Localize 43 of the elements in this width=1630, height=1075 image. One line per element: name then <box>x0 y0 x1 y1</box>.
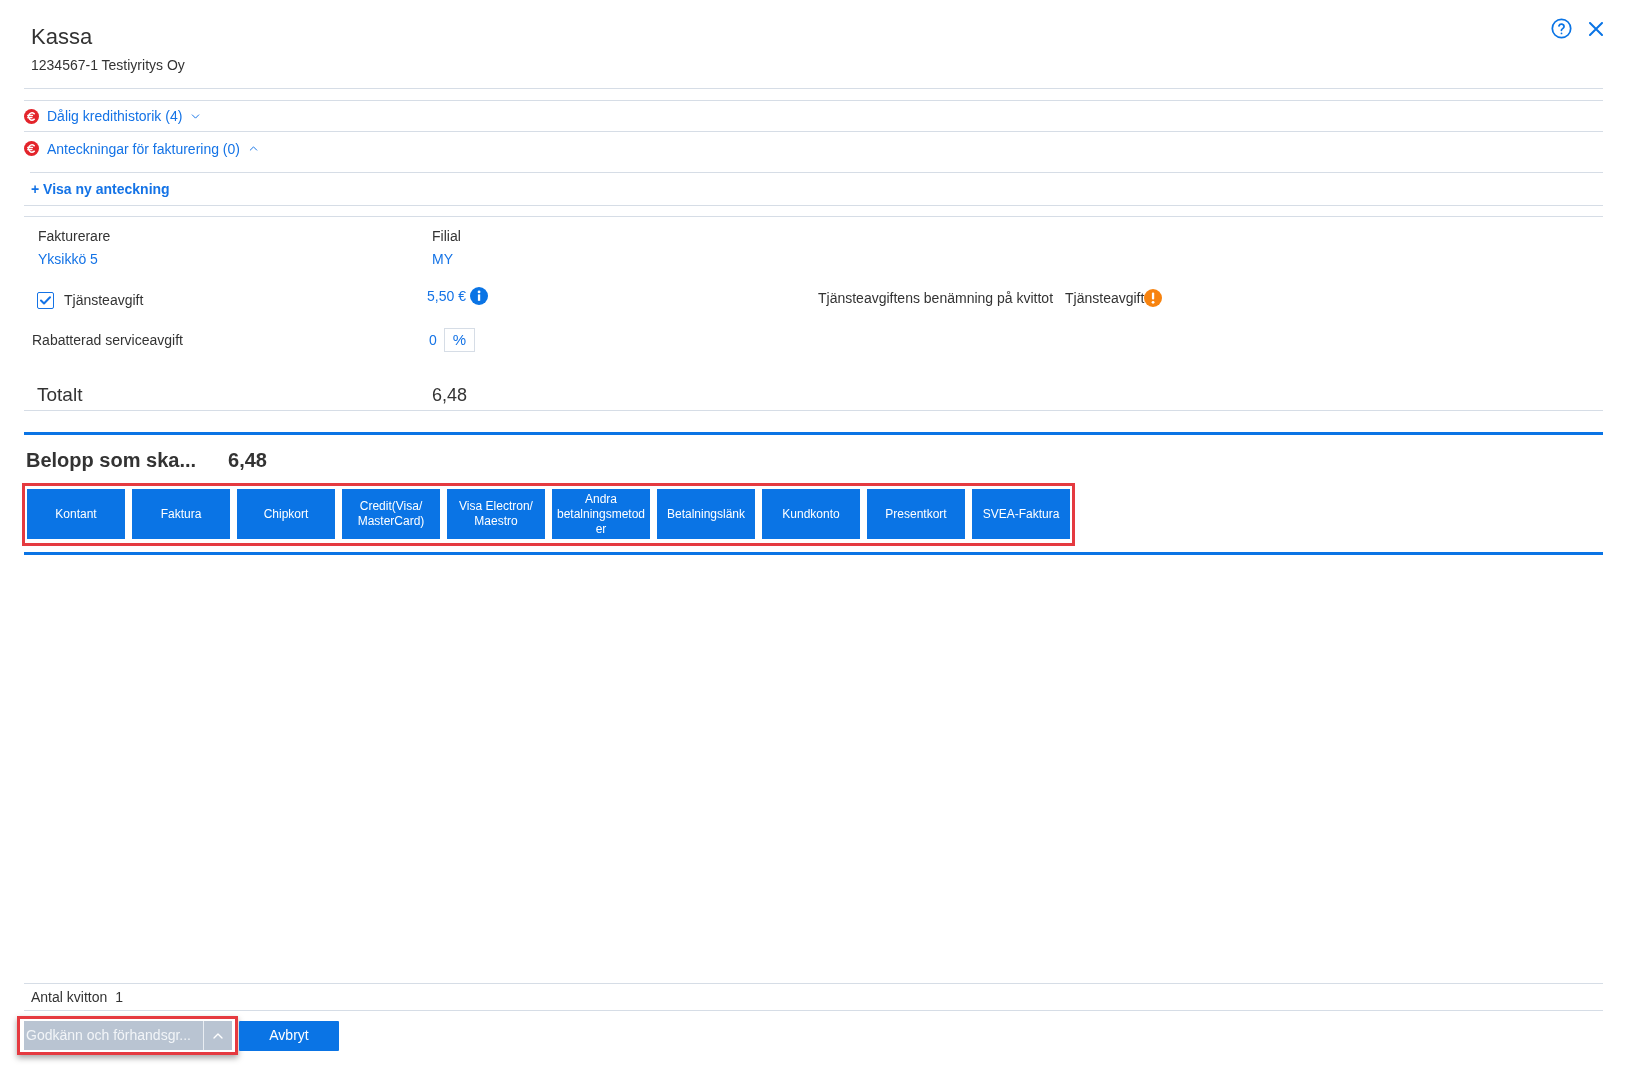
receipts-label: Antal kvitton <box>31 987 108 1007</box>
payment-method-button[interactable]: Presentkort <box>867 489 965 539</box>
payment-method-button[interactable]: Kontant <box>27 489 125 539</box>
window-title: Kassa <box>31 23 93 51</box>
checkbox[interactable] <box>37 291 54 309</box>
percent-toggle[interactable]: % <box>443 328 475 352</box>
new-note-link[interactable]: + Visa ny anteckning <box>31 180 170 198</box>
help-button[interactable] <box>1551 18 1572 39</box>
help-icon <box>1551 18 1572 39</box>
payment-method-button[interactable]: Kundkonto <box>762 489 860 539</box>
total-value: 6,48 <box>432 384 468 406</box>
payment-method-button[interactable]: Faktura <box>132 489 230 539</box>
fee-amount-link[interactable]: 5,50 € <box>427 287 466 305</box>
euro-icon <box>24 141 39 156</box>
receipt-name-label: Tjänsteavgiftens benämning på kvittot <box>818 289 1054 307</box>
total-label: Totalt <box>37 384 83 406</box>
payment-method-button[interactable]: Credit(Visa/MasterCard) <box>342 489 440 539</box>
discount-label: Rabatterad serviceavgift <box>32 331 183 349</box>
warning-icon <box>1144 289 1163 307</box>
discount-value-link[interactable]: 0 <box>429 331 437 349</box>
branch-link[interactable]: MY <box>432 250 453 268</box>
amount-due-label: Belopp som ska... <box>26 448 197 472</box>
euro-icon <box>24 108 39 124</box>
payment-method-button[interactable]: Visa Electron/Maestro <box>447 489 545 539</box>
field-label: Fakturerare <box>38 227 111 245</box>
fee-label: Tjänsteavgift <box>64 291 144 309</box>
payment-method-button[interactable]: Betalningslänk <box>657 489 755 539</box>
payment-method-button[interactable]: SVEA-Faktura <box>972 489 1070 539</box>
payment-method-button[interactable]: Andra betalningsmetoder <box>552 489 650 539</box>
close-icon <box>1589 21 1603 36</box>
field-label: Filial <box>432 227 461 245</box>
info-icon[interactable] <box>469 287 488 305</box>
close-button[interactable] <box>1589 21 1603 36</box>
receipt-name-value: Tjänsteavgift <box>1065 289 1145 307</box>
invoicer-link[interactable]: Yksikkö 5 <box>38 250 98 268</box>
receipts-value: 1 <box>115 987 124 1007</box>
checkmark-icon <box>40 295 51 305</box>
cancel-button[interactable]: Avbryt <box>239 1020 339 1051</box>
amount-due-value: 6,48 <box>228 448 267 472</box>
payment-method-button[interactable]: Chipkort <box>237 489 335 539</box>
section-toggle[interactable]: Anteckningar för fakturering (0) <box>47 139 260 158</box>
section-toggle[interactable]: Dålig kredithistorik (4) <box>47 107 203 125</box>
company-subtitle: 1234567-1 Testiyritys Oy <box>31 56 185 74</box>
